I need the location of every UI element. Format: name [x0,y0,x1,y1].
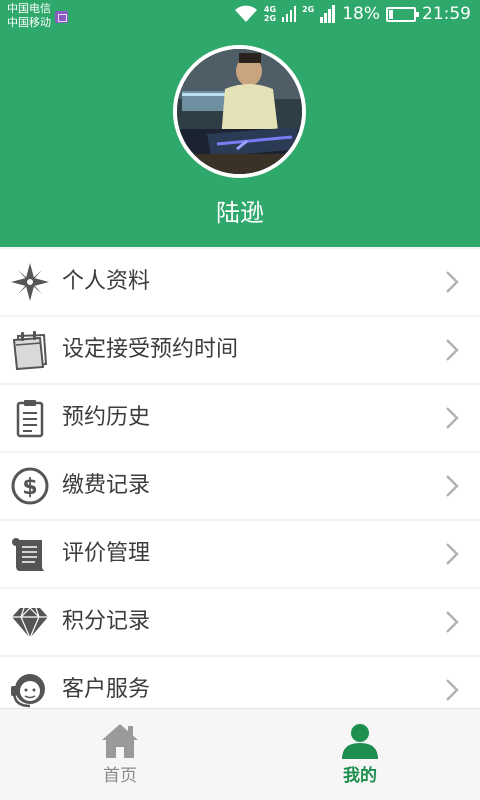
menu-label: 设定接受预约时间 [62,337,239,362]
menu-label: 积分记录 [62,609,151,634]
svg-text:$: $ [22,475,37,500]
tab-home-label: 首页 [103,766,137,786]
chevron-right-icon [446,339,459,361]
carrier-info: 中国电信 中国移动 [7,2,68,30]
network-type-2: 2G [302,5,315,14]
scroll-icon [12,538,46,571]
avatar[interactable] [173,45,306,178]
battery-icon [386,6,419,22]
home-icon [102,724,138,758]
menu-item-profile[interactable]: 个人资料 [0,249,480,315]
bottom-tab-bar: 首页 我的 [0,708,480,800]
tab-mine[interactable]: 我的 [240,709,480,800]
headset-icon [11,674,45,708]
carrier-2: 中国移动 [7,16,51,29]
profile-header: 中国电信 中国移动 4G 2G 2G 18% 21:59 陆逊 [0,0,480,247]
calendar-icon [12,331,48,370]
clipboard-icon [16,400,44,438]
compass-icon [11,263,49,301]
chevron-right-icon [446,611,459,633]
menu-item-appointment-history[interactable]: 预约历史 [0,385,480,451]
avatar-photo [177,49,302,174]
tab-home[interactable]: 首页 [0,709,240,800]
gallery-notification-icon [55,11,68,23]
dollar-icon: $ [11,467,49,505]
user-icon [342,724,378,759]
menu-label: 个人资料 [62,269,151,294]
wifi-icon [234,5,257,22]
menu-item-appointment-time[interactable]: 设定接受预约时间 [0,317,480,383]
chevron-right-icon [446,271,459,293]
menu-item-payment-records[interactable]: $ 缴费记录 [0,453,480,519]
menu-label: 预约历史 [62,405,151,430]
network-type-bottom: 2G [263,14,277,23]
status-bar: 中国电信 中国移动 4G 2G 2G 18% 21:59 [0,0,480,32]
chevron-right-icon [446,679,459,701]
menu-label: 评价管理 [62,541,151,566]
diamond-icon [12,607,48,640]
menu-item-review-management[interactable]: 评价管理 [0,521,480,587]
tab-mine-label: 我的 [343,766,377,786]
chevron-right-icon [446,543,459,565]
menu-label: 缴费记录 [62,473,151,498]
clock: 21:59 [422,4,471,24]
menu-item-points-records[interactable]: 积分记录 [0,589,480,655]
menu-list: 个人资料 设定接受预约时间 预约历史 $ 缴费记录 评价管理 积分记录 客户服务 [0,249,480,725]
chevron-right-icon [446,407,459,429]
signal-icon-2 [320,5,336,23]
menu-label: 客户服务 [62,677,151,702]
battery-percent: 18% [342,4,380,24]
chevron-right-icon [446,475,459,497]
battery-level [389,9,393,19]
network-type-top: 4G [263,5,277,14]
username: 陆逊 [216,199,264,227]
signal-icon-1 [282,6,297,22]
